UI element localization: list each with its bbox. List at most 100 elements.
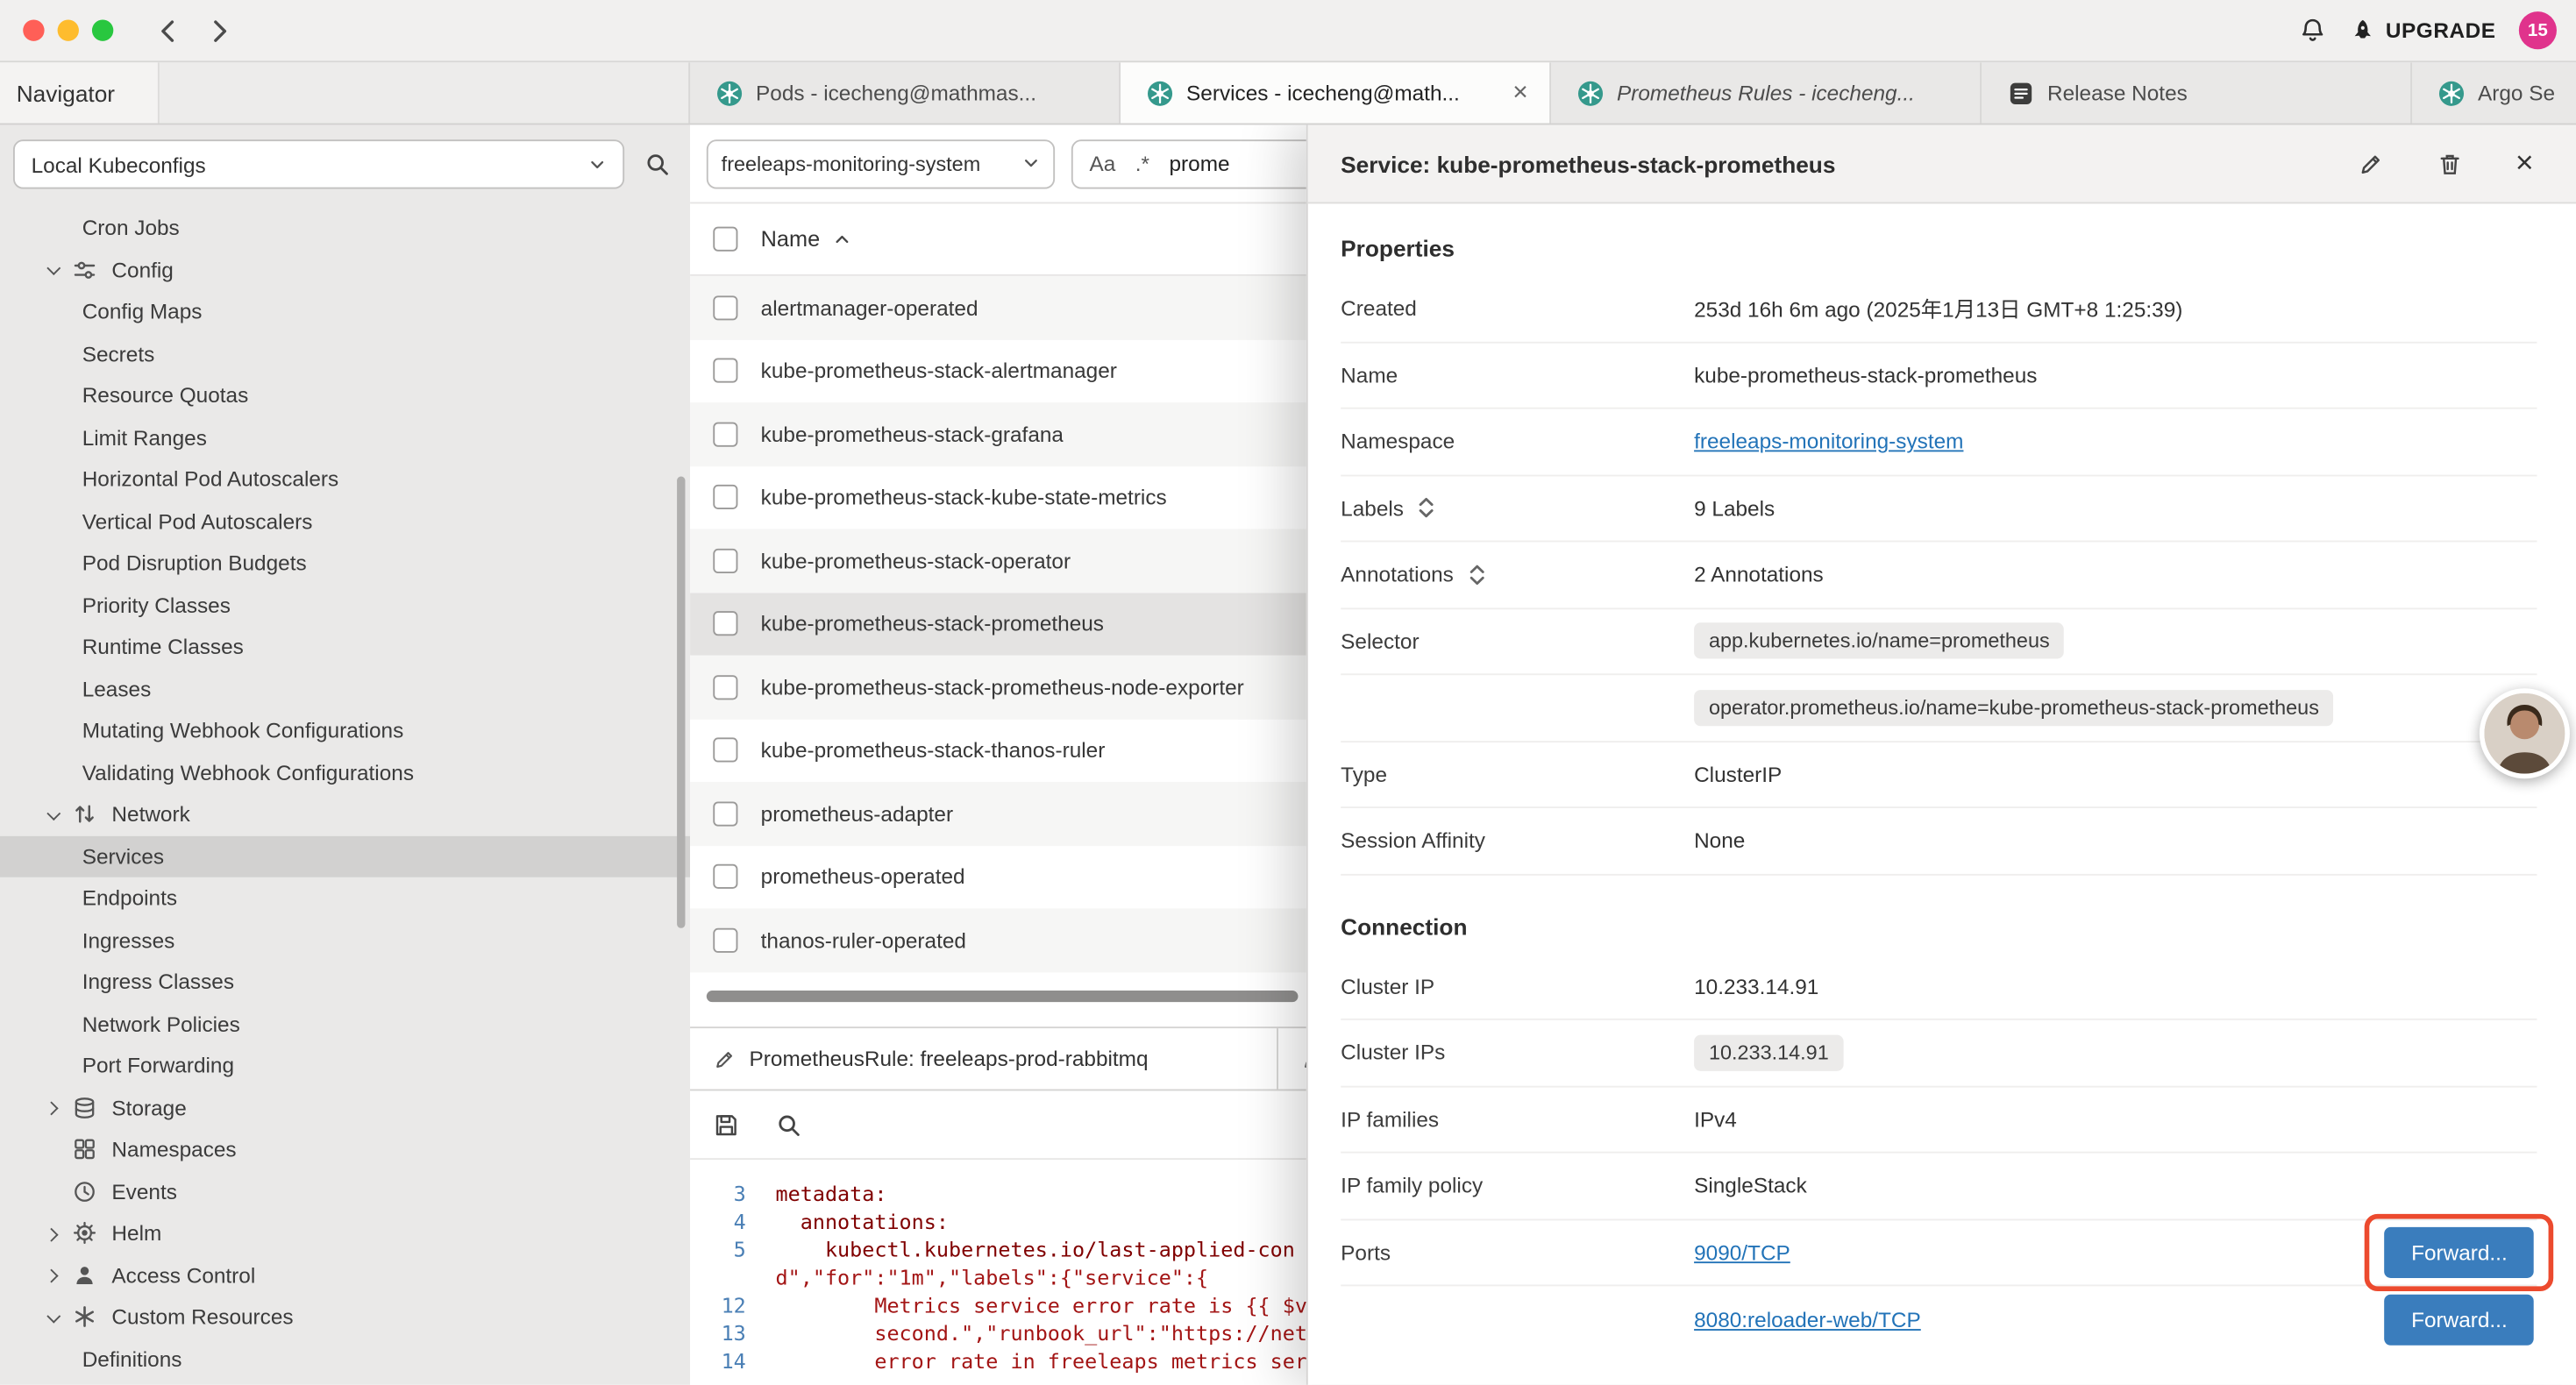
sidebar-item-label: Secrets [82, 341, 155, 366]
kubeconfig-selector[interactable]: Local Kubeconfigs [13, 139, 624, 188]
sidebar-item-secrets[interactable]: Secrets [0, 332, 690, 374]
chevron-right-icon[interactable] [43, 1228, 62, 1238]
edit-icon[interactable] [2358, 150, 2384, 176]
sidebar-item-custom-resources[interactable]: Custom Resources [0, 1296, 690, 1339]
dock-tab-prometheusrule[interactable]: PrometheusRule: freeleaps-prod-rabbitmq [690, 1028, 1278, 1089]
sidebar-item-label: Pod Disruption Budgets [82, 550, 307, 575]
row-checkbox[interactable] [713, 548, 737, 572]
sidebar-item-services[interactable]: Services [0, 835, 690, 877]
sort-ascending-icon[interactable] [833, 230, 851, 248]
expand-toggle-icon[interactable] [1467, 563, 1486, 586]
window-minimize-button[interactable] [58, 19, 79, 40]
row-checkbox[interactable] [713, 612, 737, 636]
namespace-filter-select[interactable]: freeleaps-monitoring-system [707, 138, 1055, 188]
save-icon[interactable] [713, 1112, 739, 1138]
row-checkbox[interactable] [713, 801, 737, 826]
chevron-down-icon[interactable] [43, 809, 62, 819]
expand-toggle-icon[interactable] [1417, 496, 1436, 519]
sidebar-item-helm[interactable]: Helm [0, 1212, 690, 1254]
search-icon[interactable] [644, 151, 671, 177]
horizontal-scrollbar-thumb[interactable] [707, 991, 1299, 1002]
close-drawer-icon[interactable]: × [2516, 148, 2534, 180]
chevron-right-icon[interactable] [43, 1103, 62, 1112]
row-checkbox[interactable] [713, 927, 737, 952]
value-link[interactable]: 9090/TCP [1694, 1239, 1790, 1264]
sidebar-item-access-control[interactable]: Access Control [0, 1254, 690, 1296]
line-number [690, 1263, 746, 1291]
row-checkbox[interactable] [713, 485, 737, 509]
sidebar-item-definitions[interactable]: Definitions [0, 1338, 690, 1380]
sidebar-item-ingresses[interactable]: Ingresses [0, 920, 690, 962]
sidebar-item-leases[interactable]: Leases [0, 668, 690, 710]
code-text: kubectl.kubernetes.io/last-applied-con [776, 1235, 1295, 1263]
sidebar-item-pod-disruption-budgets[interactable]: Pod Disruption Budgets [0, 542, 690, 584]
sidebar-item-namespaces[interactable]: Namespaces [0, 1128, 690, 1170]
window-zoom-button[interactable] [92, 19, 113, 40]
sidebar-item-label: Ingresses [82, 927, 175, 952]
detail-value: 2 Annotations [1694, 562, 2537, 586]
kubernetes-icon [1147, 80, 1173, 106]
sidebar-item-mutating-webhook-configurations[interactable]: Mutating Webhook Configurations [0, 710, 690, 752]
notification-count-badge[interactable]: 15 [2519, 11, 2557, 49]
sidebar-item-priority-classes[interactable]: Priority Classes [0, 584, 690, 626]
sidebar-item-config-maps[interactable]: Config Maps [0, 291, 690, 333]
regex-toggle[interactable]: .* [1135, 151, 1149, 175]
close-tab-icon[interactable]: × [1508, 78, 1534, 108]
sidebar-item-horizontal-pod-autoscalers[interactable]: Horizontal Pod Autoscalers [0, 458, 690, 501]
detail-label: Created [1341, 296, 1694, 321]
row-checkbox[interactable] [713, 864, 737, 889]
sidebar-item-ingress-classes[interactable]: Ingress Classes [0, 961, 690, 1003]
select-all-checkbox[interactable] [713, 227, 737, 252]
upgrade-button[interactable]: UPGRADE [2350, 18, 2496, 44]
back-arrow-icon[interactable] [153, 16, 182, 46]
window-close-button[interactable] [23, 19, 44, 40]
tab-services[interactable]: Services - icecheng@math...× [1121, 62, 1551, 123]
tab-argo[interactable]: Argo Se [2412, 62, 2576, 123]
sidebar-item-label: Definitions [82, 1346, 182, 1371]
editor-search-icon[interactable] [776, 1112, 802, 1138]
sidebar-item-validating-webhook-configurations[interactable]: Validating Webhook Configurations [0, 751, 690, 793]
floating-avatar[interactable] [2480, 688, 2570, 778]
kubeconfig-selector-value: Local Kubeconfigs [32, 152, 206, 176]
sidebar-item-vertical-pod-autoscalers[interactable]: Vertical Pod Autoscalers [0, 501, 690, 543]
sidebar-item-resource-quotas[interactable]: Resource Quotas [0, 374, 690, 416]
sidebar-item-endpoints[interactable]: Endpoints [0, 877, 690, 920]
tab-release-notes[interactable]: Release Notes [1982, 62, 2412, 123]
kubernetes-icon [1577, 80, 1604, 106]
forward-button[interactable]: Forward... [2385, 1294, 2534, 1345]
detail-label: Session Affinity [1341, 828, 1694, 853]
row-checkbox[interactable] [713, 675, 737, 700]
forward-button[interactable]: Forward... [2385, 1226, 2534, 1277]
sidebar-item-port-forwarding[interactable]: Port Forwarding [0, 1045, 690, 1087]
forward-arrow-icon[interactable] [205, 16, 235, 46]
value-link[interactable]: freeleaps-monitoring-system [1694, 430, 1963, 454]
sidebar-item-network[interactable]: Network [0, 793, 690, 835]
delete-icon[interactable] [2437, 150, 2463, 176]
match-case-toggle[interactable]: Aa [1089, 151, 1115, 175]
row-checkbox[interactable] [713, 295, 737, 320]
chevron-down-icon[interactable] [43, 1312, 62, 1322]
traffic-lights [0, 19, 113, 40]
value-text: IPv4 [1694, 1107, 1737, 1132]
notifications-bell-icon[interactable] [2299, 17, 2327, 45]
sidebar-item-runtime-classes[interactable]: Runtime Classes [0, 626, 690, 668]
row-checkbox[interactable] [713, 422, 737, 446]
tab-prometheus-rules[interactable]: Prometheus Rules - icecheng... [1551, 62, 1982, 123]
sidebar-item-cron-jobs[interactable]: Cron Jobs [0, 207, 690, 249]
sidebar-item-network-policies[interactable]: Network Policies [0, 1003, 690, 1045]
sidebar-item-config[interactable]: Config [0, 249, 690, 291]
sidebar-item-label: Ingress Classes [82, 970, 234, 994]
sidebar-item-storage[interactable]: Storage [0, 1087, 690, 1129]
row-checkbox[interactable] [713, 359, 737, 383]
service-name: prometheus-operated [761, 864, 965, 889]
updown-icon [72, 802, 98, 827]
sidebar-scrollbar-thumb[interactable] [677, 476, 685, 927]
value-link[interactable]: 8080:reloader-web/TCP [1694, 1307, 1921, 1332]
chevron-right-icon[interactable] [43, 1270, 62, 1280]
sidebar-item-limit-ranges[interactable]: Limit Ranges [0, 416, 690, 458]
tab-pods[interactable]: Pods - icecheng@mathmas... [690, 62, 1121, 123]
row-checkbox[interactable] [713, 738, 737, 763]
chevron-down-icon[interactable] [43, 265, 62, 274]
name-column-header[interactable]: Name [761, 227, 820, 252]
sidebar-item-events[interactable]: Events [0, 1170, 690, 1212]
